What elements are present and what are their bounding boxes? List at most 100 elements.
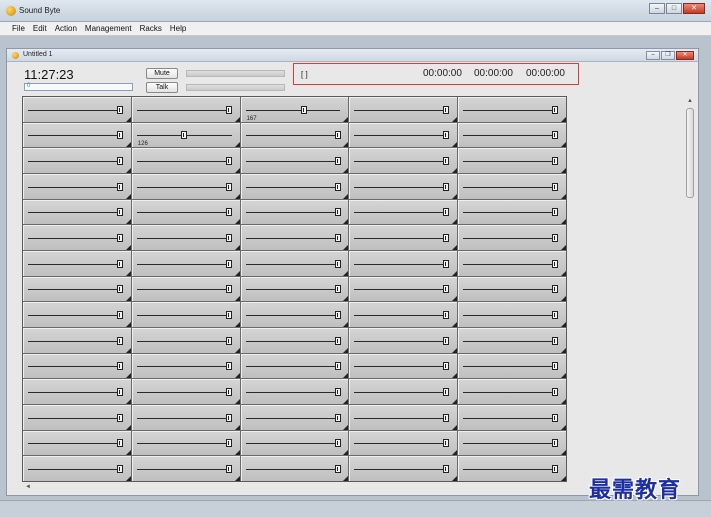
child-restore-button[interactable]: ❐	[661, 51, 675, 60]
cart-slot[interactable]	[240, 302, 349, 327]
cart-slot[interactable]	[349, 199, 458, 225]
volume-slider-thumb[interactable]	[552, 311, 559, 320]
volume-slider-thumb[interactable]	[116, 182, 123, 191]
cart-slot[interactable]	[240, 173, 349, 199]
cart-slot[interactable]	[349, 430, 458, 456]
cart-slot[interactable]	[23, 97, 131, 122]
cart-slot[interactable]	[131, 302, 240, 327]
volume-slider-thumb[interactable]	[116, 259, 123, 268]
volume-slider-thumb[interactable]	[116, 413, 123, 422]
volume-slider-thumb[interactable]	[443, 465, 450, 474]
volume-slider-thumb[interactable]	[443, 439, 450, 448]
volume-slider-thumb[interactable]	[225, 105, 232, 114]
cart-slot[interactable]	[349, 173, 458, 199]
volume-slider-thumb[interactable]	[552, 259, 559, 268]
cart-slot[interactable]	[131, 327, 240, 353]
cart-slot[interactable]	[240, 353, 349, 379]
volume-slider-thumb[interactable]	[116, 285, 123, 294]
volume-slider-thumb[interactable]	[334, 439, 341, 448]
menu-action[interactable]: Action	[51, 22, 81, 35]
talk-button[interactable]: Talk	[146, 82, 178, 93]
cart-slot[interactable]	[240, 250, 349, 276]
volume-slider-thumb[interactable]	[443, 131, 450, 140]
volume-slider-thumb[interactable]	[443, 105, 450, 114]
volume-slider-thumb[interactable]	[443, 234, 450, 243]
volume-slider-thumb[interactable]	[225, 234, 232, 243]
volume-slider-thumb[interactable]	[552, 105, 559, 114]
cart-slot[interactable]	[131, 250, 240, 276]
cart-slot[interactable]	[349, 379, 458, 404]
minimize-button[interactable]: –	[649, 3, 665, 14]
cart-slot[interactable]	[458, 250, 566, 276]
volume-slider-thumb[interactable]	[552, 182, 559, 191]
volume-slider-thumb[interactable]	[552, 234, 559, 243]
volume-slider-thumb[interactable]	[443, 182, 450, 191]
volume-slider-thumb[interactable]	[334, 285, 341, 294]
volume-slider-thumb[interactable]	[552, 131, 559, 140]
cart-slot[interactable]	[23, 250, 131, 276]
volume-slider-thumb[interactable]	[225, 362, 232, 371]
cart-slot[interactable]	[23, 430, 131, 456]
volume-slider-thumb[interactable]	[116, 131, 123, 140]
cart-slot[interactable]	[349, 225, 458, 250]
volume-slider-thumb[interactable]	[225, 311, 232, 320]
cart-slot[interactable]	[458, 148, 566, 173]
cart-slot[interactable]	[23, 225, 131, 250]
volume-slider-thumb[interactable]	[116, 208, 123, 217]
volume-slider-thumb[interactable]	[552, 285, 559, 294]
child-minimize-button[interactable]: –	[646, 51, 660, 60]
volume-slider-thumb[interactable]	[334, 208, 341, 217]
volume-slider-thumb[interactable]	[443, 259, 450, 268]
volume-slider-thumb[interactable]	[225, 439, 232, 448]
volume-slider-thumb[interactable]	[334, 131, 341, 140]
volume-slider-thumb[interactable]	[116, 439, 123, 448]
cart-slot[interactable]	[458, 276, 566, 302]
cart-slot[interactable]	[458, 404, 566, 430]
volume-slider-thumb[interactable]	[552, 413, 559, 422]
cart-slot[interactable]	[240, 276, 349, 302]
cart-slot[interactable]	[131, 276, 240, 302]
volume-slider-thumb[interactable]	[181, 131, 188, 140]
volume-slider-thumb[interactable]	[225, 208, 232, 217]
mute-button[interactable]: Mute	[146, 68, 178, 79]
menu-racks[interactable]: Racks	[136, 22, 166, 35]
cart-slot[interactable]	[458, 225, 566, 250]
volume-slider-thumb[interactable]	[116, 105, 123, 114]
cart-slot[interactable]	[131, 430, 240, 456]
volume-slider-thumb[interactable]	[225, 465, 232, 474]
cart-slot[interactable]	[23, 404, 131, 430]
volume-slider-thumb[interactable]	[116, 157, 123, 166]
volume-slider-thumb[interactable]	[334, 259, 341, 268]
cart-slot[interactable]	[349, 404, 458, 430]
volume-slider-thumb[interactable]	[443, 413, 450, 422]
cart-slot[interactable]	[458, 173, 566, 199]
cart-slot[interactable]	[23, 379, 131, 404]
cart-slot[interactable]	[458, 456, 566, 481]
volume-slider-thumb[interactable]	[443, 362, 450, 371]
volume-slider-thumb[interactable]	[116, 388, 123, 397]
cart-slot[interactable]	[240, 122, 349, 148]
menu-edit[interactable]: Edit	[29, 22, 51, 35]
cart-slot[interactable]	[23, 122, 131, 148]
close-button[interactable]: ✕	[683, 3, 705, 14]
cart-slot[interactable]	[131, 353, 240, 379]
cart-slot[interactable]	[23, 173, 131, 199]
cart-slot[interactable]	[131, 173, 240, 199]
volume-slider-thumb[interactable]	[225, 285, 232, 294]
cart-slot[interactable]	[349, 250, 458, 276]
cart-slot[interactable]	[131, 379, 240, 404]
volume-slider-thumb[interactable]	[334, 465, 341, 474]
cart-slot[interactable]	[240, 404, 349, 430]
cart-slot[interactable]	[131, 404, 240, 430]
volume-slider-thumb[interactable]	[334, 388, 341, 397]
cart-slot[interactable]	[349, 97, 458, 122]
volume-slider-thumb[interactable]	[552, 157, 559, 166]
volume-slider-thumb[interactable]	[443, 157, 450, 166]
cart-slot[interactable]	[131, 199, 240, 225]
cart-slot[interactable]	[240, 379, 349, 404]
volume-slider-thumb[interactable]	[225, 388, 232, 397]
cart-slot[interactable]	[458, 199, 566, 225]
volume-slider-thumb[interactable]	[334, 362, 341, 371]
volume-slider-thumb[interactable]	[116, 234, 123, 243]
cart-slot[interactable]	[23, 276, 131, 302]
